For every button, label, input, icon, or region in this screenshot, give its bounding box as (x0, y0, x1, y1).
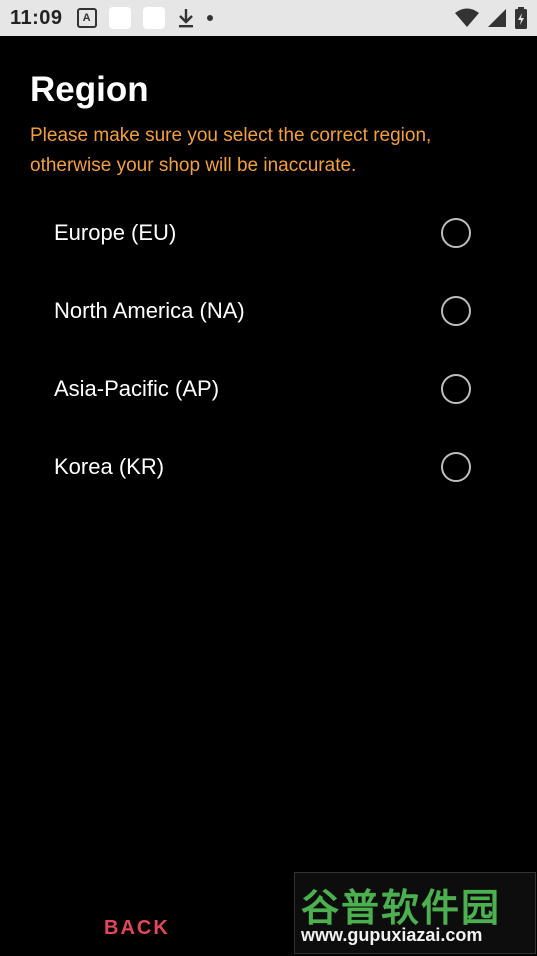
a-badge-icon: A (76, 8, 97, 28)
page-title: Region (30, 70, 149, 109)
watermark-title: 谷普软件园 (301, 888, 502, 930)
dot-icon (206, 15, 213, 21)
status-time: 11:09 (10, 6, 63, 29)
download-icon (178, 9, 193, 28)
region-option-na[interactable]: North America (NA) (0, 272, 537, 350)
region-option-kr[interactable]: Korea (KR) (0, 428, 537, 506)
region-option-label: Korea (KR) (54, 454, 165, 479)
region-option-label: North America (NA) (54, 298, 245, 323)
status-bar: 11:09 A (0, 0, 537, 36)
notification-icons: A (76, 7, 213, 29)
region-warning: Please make sure you select the correct … (30, 125, 432, 176)
radio-button[interactable] (441, 452, 471, 482)
watermark-logo: 谷普软件园 www.gupuxiazai.com (294, 872, 536, 954)
wifi-icon (455, 8, 479, 27)
region-option-label: Asia-Pacific (AP) (54, 376, 220, 401)
battery-icon (515, 7, 527, 29)
radio-button[interactable] (441, 218, 471, 248)
system-icons (455, 7, 527, 29)
square-icon (108, 7, 131, 29)
square-icon (142, 7, 165, 29)
region-option-eu[interactable]: Europe (EU) (0, 194, 537, 272)
region-option-ap[interactable]: Asia-Pacific (AP) (0, 350, 537, 428)
region-options: Europe (EU) North America (NA) Asia-Paci… (0, 194, 537, 506)
back-button[interactable]: BACK (104, 917, 170, 940)
region-option-label: Europe (EU) (54, 220, 177, 245)
radio-button[interactable] (441, 296, 471, 326)
signal-icon (488, 9, 506, 27)
radio-button[interactable] (441, 374, 471, 404)
watermark-url: www.gupuxiazai.com (301, 925, 483, 945)
